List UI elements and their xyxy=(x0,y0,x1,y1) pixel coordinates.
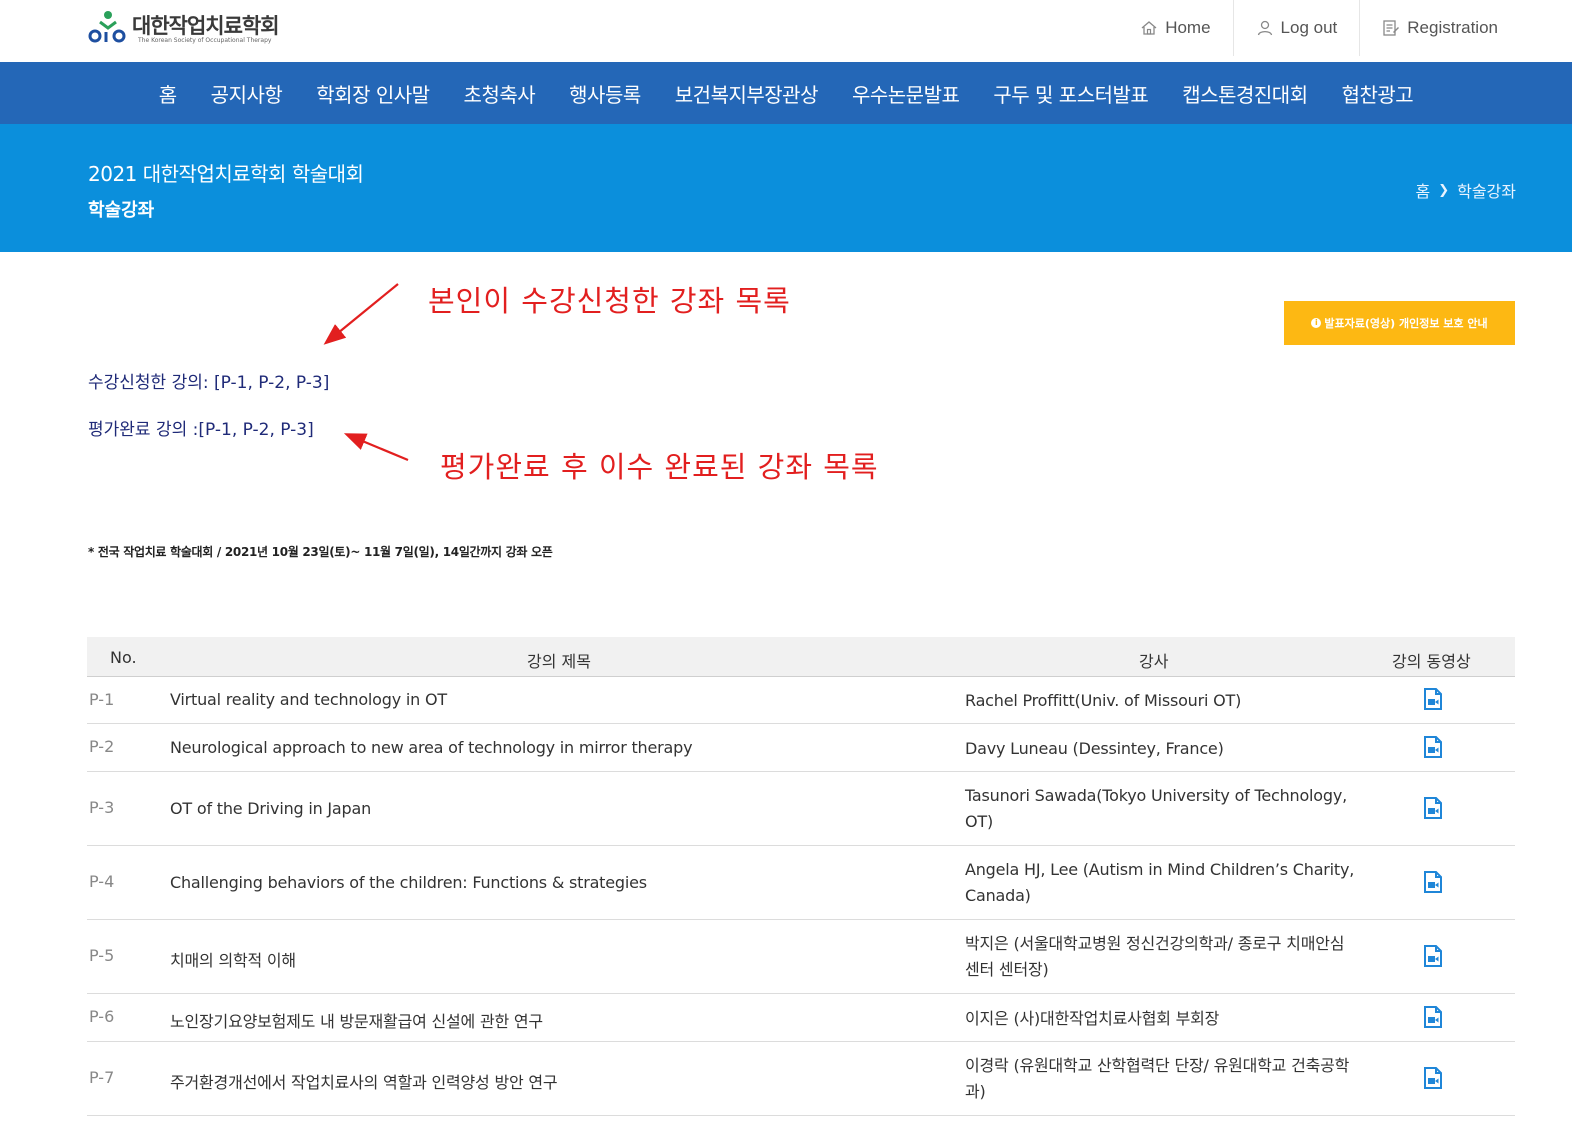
table-row: P-3 OT of the Driving in Japan Tasunori … xyxy=(87,772,1515,846)
row-title[interactable]: 주거환경개선에서 작업치료사의 역할과 인력양성 방안 연구 xyxy=(170,1069,558,1093)
edit-document-icon xyxy=(1383,20,1400,36)
logo-title: 대한작업치료학회 xyxy=(132,14,280,38)
row-lecturer: 이경락 (유원대학교 산학협력단 단장/ 유원대학교 건축공학과) xyxy=(965,1056,1350,1101)
table-row: P-4 Challenging behaviors of the childre… xyxy=(87,846,1515,920)
row-lecturer: Angela HJ, Lee (Autism in Mind Children’… xyxy=(965,860,1355,905)
user-icon xyxy=(1257,20,1272,36)
privacy-notice-label: 발표자료(영상) 개인정보 보호 안내 xyxy=(1324,317,1488,330)
info-icon: i xyxy=(1311,318,1322,328)
table-row: P-1 Virtual reality and technology in OT… xyxy=(87,677,1515,724)
row-no: P-2 xyxy=(89,737,115,756)
logout-link[interactable]: Log out xyxy=(1232,0,1360,56)
video-file-icon[interactable] xyxy=(1423,1067,1443,1089)
header-no: No. xyxy=(110,648,137,667)
nav-item-best-paper[interactable]: 우수논문발표 xyxy=(835,79,976,108)
completed-annotation: 평가완료 후 이수 완료된 강좌 목록 xyxy=(440,450,879,484)
enrolled-annotation: 본인이 수강신청한 강좌 목록 xyxy=(428,284,791,318)
arrow-icon xyxy=(343,433,409,462)
row-title[interactable]: Neurological approach to new area of tec… xyxy=(170,738,693,757)
top-links: Home Log out Registration xyxy=(1118,0,1520,56)
site-logo[interactable]: 대한작업치료학회 The Korean Society of Occupatio… xyxy=(88,6,288,50)
row-no: P-4 xyxy=(89,872,115,891)
row-title[interactable]: 치매의 의학적 이해 xyxy=(170,947,296,971)
breadcrumb-home[interactable]: 홈 xyxy=(1415,178,1430,202)
table-row: P-2 Neurological approach to new area of… xyxy=(87,724,1515,772)
header-title: 강의 제목 xyxy=(527,652,591,671)
registration-link-label: Registration xyxy=(1407,18,1498,37)
table-header: No. 강의 제목 강사 강의 동영상 xyxy=(87,637,1515,677)
video-file-icon[interactable] xyxy=(1423,736,1443,758)
completed-lectures: 평가완료 강의 :[P-1, P-2, P-3] xyxy=(88,420,314,440)
row-lecturer: Rachel Proffitt(Univ. of Missouri OT) xyxy=(965,691,1242,710)
nav-item-minister-award[interactable]: 보건복지부장관상 xyxy=(658,79,835,108)
home-link-label: Home xyxy=(1165,18,1211,37)
page-title: 2021 대한작업치료학회 학술대회 xyxy=(88,162,364,186)
privacy-notice-button[interactable]: i 발표자료(영상) 개인정보 보호 안내 xyxy=(1284,301,1515,345)
row-no: P-6 xyxy=(89,1007,115,1026)
logout-link-label: Log out xyxy=(1280,18,1338,37)
row-lecturer: 이지은 (사)대한작업치료사협회 부회장 xyxy=(965,1009,1220,1028)
nav-item-home[interactable]: 홈 xyxy=(142,79,194,108)
schedule-note: * 전국 작업치료 학술대회 / 2021년 10월 23일(토)~ 11월 7… xyxy=(88,545,553,559)
row-title[interactable]: 노인장기요양보험제도 내 방문재활급여 신설에 관한 연구 xyxy=(170,1008,543,1032)
video-file-icon[interactable] xyxy=(1423,688,1443,710)
chevron-right-icon: ❯ xyxy=(1438,182,1450,198)
home-icon xyxy=(1141,21,1157,35)
logo-subtitle: The Korean Society of Occupational Thera… xyxy=(138,37,272,44)
table-row: P-6 노인장기요양보험제도 내 방문재활급여 신설에 관한 연구 이지은 (사… xyxy=(87,994,1515,1042)
row-title[interactable]: OT of the Driving in Japan xyxy=(170,799,371,818)
nav-item-registration[interactable]: 행사등록 xyxy=(552,79,658,108)
row-no: P-5 xyxy=(89,946,115,965)
enrolled-lectures: 수강신청한 강의: [P-1, P-2, P-3] xyxy=(88,373,330,393)
nav-item-greeting[interactable]: 학회장 인사말 xyxy=(299,79,446,108)
home-link[interactable]: Home xyxy=(1118,0,1232,56)
row-no: P-1 xyxy=(89,690,115,709)
video-file-icon[interactable] xyxy=(1423,797,1443,819)
breadcrumb-current: 학술강좌 xyxy=(1457,182,1516,201)
header-lecturer: 강사 xyxy=(1139,652,1169,671)
main-navigation: 홈 공지사항 학회장 인사말 초청축사 행사등록 보건복지부장관상 우수논문발표… xyxy=(0,62,1572,124)
nav-item-notice[interactable]: 공지사항 xyxy=(194,79,300,108)
row-title[interactable]: Virtual reality and technology in OT xyxy=(170,690,447,709)
nav-item-sponsor[interactable]: 협찬광고 xyxy=(1325,79,1431,108)
row-no: P-3 xyxy=(89,798,115,817)
nav-item-congratulations[interactable]: 초청축사 xyxy=(447,79,553,108)
row-lecturer: Tasunori Sawada(Tokyo University of Tech… xyxy=(965,786,1347,831)
row-no: P-7 xyxy=(89,1068,115,1087)
row-lecturer: 박지은 (서울대학교병원 정신건강의학과/ 종로구 치매안심센터 센터장) xyxy=(965,934,1345,979)
page-banner: 2021 대한작업치료학회 학술대회 학술강좌 홈 ❯ 학술강좌 xyxy=(0,124,1572,252)
row-lecturer: Davy Luneau (Dessintey, France) xyxy=(965,739,1224,758)
row-title[interactable]: Challenging behaviors of the children: F… xyxy=(170,873,647,892)
video-file-icon[interactable] xyxy=(1423,871,1443,893)
breadcrumb: 홈 ❯ 학술강좌 xyxy=(1415,178,1516,202)
arrow-icon xyxy=(323,283,399,345)
video-file-icon[interactable] xyxy=(1423,945,1443,967)
lecture-table: No. 강의 제목 강사 강의 동영상 P-1 Virtual reality … xyxy=(87,637,1515,1116)
table-row: P-7 주거환경개선에서 작업치료사의 역할과 인력양성 방안 연구 이경락 (… xyxy=(87,1042,1515,1116)
registration-link[interactable]: Registration xyxy=(1359,0,1520,56)
top-bar: 대한작업치료학회 The Korean Society of Occupatio… xyxy=(0,0,1572,62)
table-row: P-5 치매의 의학적 이해 박지은 (서울대학교병원 정신건강의학과/ 종로구… xyxy=(87,920,1515,994)
logo-icon xyxy=(88,11,126,43)
video-file-icon[interactable] xyxy=(1423,1006,1443,1028)
header-video: 강의 동영상 xyxy=(1392,652,1471,671)
page-subtitle: 학술강좌 xyxy=(88,200,155,221)
nav-item-oral-poster[interactable]: 구두 및 포스터발표 xyxy=(976,79,1165,108)
nav-item-capstone[interactable]: 캡스톤경진대회 xyxy=(1165,79,1324,108)
